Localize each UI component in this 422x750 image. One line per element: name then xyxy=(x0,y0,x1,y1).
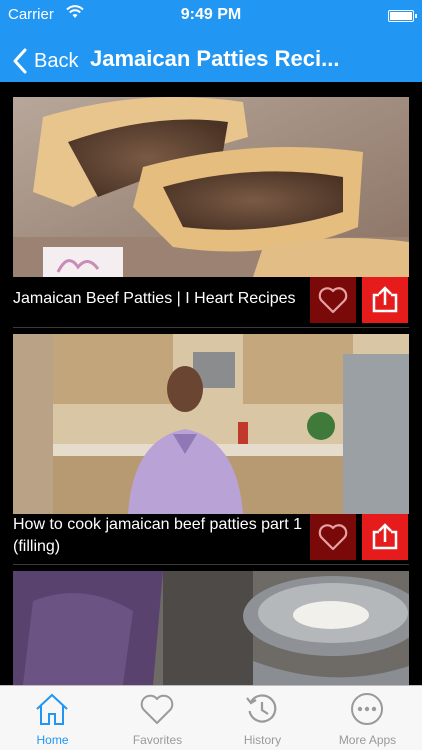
battery-icon xyxy=(388,10,417,22)
heart-icon xyxy=(318,287,348,314)
share-button[interactable] xyxy=(362,277,408,323)
heart-icon xyxy=(318,524,348,551)
tab-favorites[interactable]: Favorites xyxy=(105,686,210,750)
share-icon xyxy=(372,286,398,313)
video-card[interactable]: Jamaican Beef Patties | I Heart Recipes xyxy=(13,97,409,328)
video-thumbnail[interactable] xyxy=(13,571,409,685)
page-title: Jamaican Patties Reci... xyxy=(90,46,340,71)
mixing-bowl-image xyxy=(13,571,409,685)
home-icon xyxy=(36,693,68,725)
tab-history[interactable]: History xyxy=(210,686,315,750)
share-button[interactable] xyxy=(362,514,408,560)
favorite-button[interactable] xyxy=(310,514,356,560)
tab-bar: Home Favorites History More Apps xyxy=(0,685,422,750)
beef-patties-image xyxy=(13,97,409,277)
kitchen-chef-image xyxy=(13,334,409,514)
video-title[interactable]: Jamaican Beef Patties | I Heart Recipes xyxy=(13,288,313,310)
more-icon xyxy=(351,693,383,725)
chevron-left-icon xyxy=(13,48,27,74)
tab-more-apps[interactable]: More Apps xyxy=(315,686,420,750)
tab-home-label: Home xyxy=(36,733,69,747)
video-thumbnail[interactable] xyxy=(13,97,409,277)
video-card[interactable] xyxy=(13,571,409,685)
tab-home[interactable]: Home xyxy=(0,686,105,750)
tab-history-label: History xyxy=(243,733,282,747)
back-button[interactable]: Back xyxy=(10,46,78,76)
video-list[interactable]: Jamaican Beef Patties | I Heart Recipes xyxy=(0,82,422,685)
history-icon xyxy=(246,694,277,723)
divider xyxy=(13,564,409,565)
status-bar: Carrier 9:49 PM xyxy=(0,0,422,40)
divider xyxy=(13,327,409,328)
tab-favorites-label: Favorites xyxy=(132,733,183,747)
favorite-button[interactable] xyxy=(310,277,356,323)
video-thumbnail[interactable] xyxy=(13,334,409,514)
tab-more-apps-label: More Apps xyxy=(338,733,397,747)
heart-icon xyxy=(140,694,174,724)
navigation-bar: Back Jamaican Patties Reci... xyxy=(0,40,422,82)
back-label: Back xyxy=(34,49,79,72)
clock: 9:49 PM xyxy=(180,6,242,23)
video-title[interactable]: How to cook jamaican beef patties part 1… xyxy=(13,514,313,558)
video-card[interactable]: How to cook jamaican beef patties part 1… xyxy=(13,334,409,565)
share-icon xyxy=(372,523,398,550)
